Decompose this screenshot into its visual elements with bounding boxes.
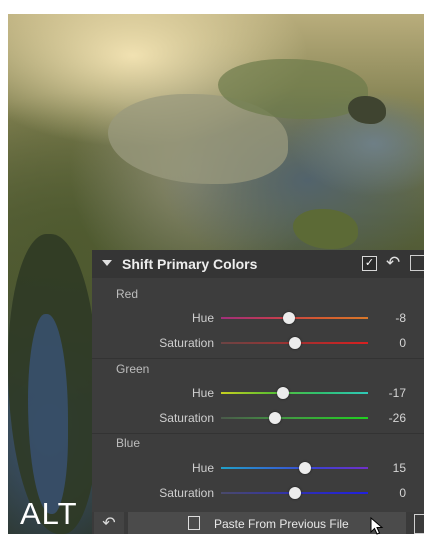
green-saturation-label: Saturation [159, 411, 214, 425]
red-hue-value[interactable]: -8 [366, 311, 406, 325]
green-saturation-knob[interactable] [269, 412, 282, 424]
red-saturation-label: Saturation [159, 336, 214, 350]
mouse-cursor-icon [370, 517, 384, 535]
paste-button-label: Paste From Previous File [214, 517, 349, 531]
group-label-red: Red [116, 287, 139, 301]
undo-icon[interactable]: ↶ [386, 253, 400, 273]
collapse-triangle-icon[interactable] [102, 260, 112, 266]
divider [92, 358, 424, 359]
red-hue-knob[interactable] [282, 312, 295, 324]
panel-header[interactable]: Shift Primary Colors ✓ ↶ [92, 250, 424, 278]
blue-hue-value[interactable]: 15 [366, 461, 406, 475]
blue-saturation-label: Saturation [159, 486, 214, 500]
red-saturation-knob[interactable] [288, 337, 301, 349]
green-saturation-slider[interactable] [221, 417, 368, 419]
copy-button-edge-icon[interactable] [414, 514, 424, 534]
red-hue-label: Hue [191, 311, 214, 325]
blue-saturation-value[interactable]: 0 [366, 486, 406, 500]
blue-hue-label: Hue [191, 461, 214, 475]
alt-modifier-label: ALT [20, 496, 78, 531]
panel-title: Shift Primary Colors [122, 256, 258, 272]
blue-hue-slider[interactable] [221, 467, 368, 469]
green-hue-value[interactable]: -17 [366, 386, 406, 400]
green-hue-label: Hue [191, 386, 214, 400]
paste-from-previous-file-button[interactable]: Paste From Previous File [128, 512, 406, 534]
shift-primary-colors-panel: Shift Primary Colors ✓ ↶ Red Hue -8 Satu… [92, 250, 424, 534]
blue-saturation-knob[interactable] [288, 487, 301, 499]
headland-shape [293, 209, 358, 249]
copy-settings-icon[interactable] [410, 255, 424, 271]
paste-icon [188, 516, 200, 530]
green-hue-slider[interactable] [221, 392, 368, 394]
group-label-green: Green [116, 362, 150, 376]
islet-shape [348, 96, 386, 124]
red-saturation-value[interactable]: 0 [366, 336, 406, 350]
reset-undo-icon[interactable]: ↶ [94, 512, 124, 534]
group-label-blue: Blue [116, 436, 141, 450]
green-saturation-value[interactable]: -26 [366, 411, 406, 425]
divider [92, 433, 424, 434]
green-hue-knob[interactable] [276, 387, 289, 399]
blue-hue-knob[interactable] [298, 462, 311, 474]
enable-checkbox[interactable]: ✓ [362, 256, 377, 271]
